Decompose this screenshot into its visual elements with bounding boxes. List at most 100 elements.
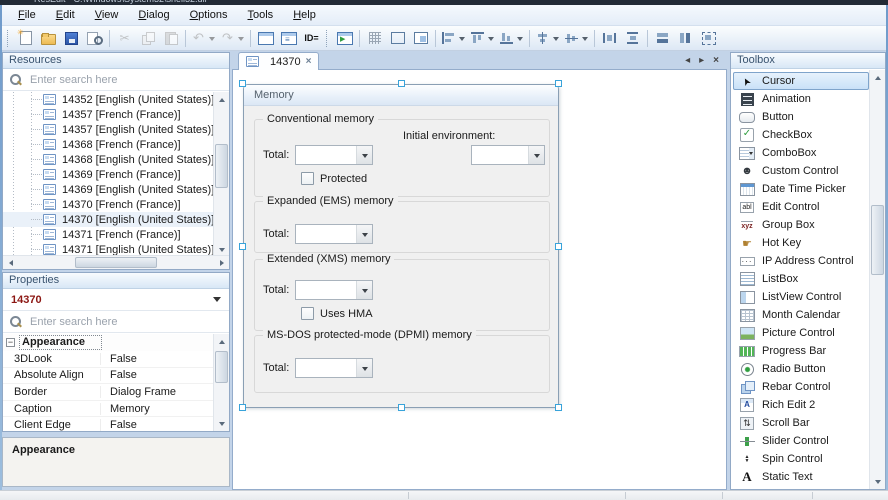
undo-button[interactable] [190, 28, 217, 48]
checkbox-icon[interactable] [301, 307, 314, 320]
property-row[interactable]: Caption Memory [3, 401, 229, 418]
dropdown-caret-icon[interactable] [582, 36, 588, 44]
total-combobox[interactable] [295, 145, 373, 165]
toolbox-item[interactable]: Static Text [733, 468, 869, 486]
menu-item[interactable]: Options [180, 6, 238, 24]
paste-button[interactable] [160, 28, 181, 48]
property-row[interactable]: Border Dialog Frame [3, 384, 229, 401]
toolbox-item[interactable]: Animation [733, 90, 869, 108]
dropdown-caret-icon[interactable] [459, 36, 465, 44]
property-value[interactable]: Dialog Frame [101, 386, 176, 398]
id-button-button[interactable]: ID= [301, 28, 322, 48]
combobox-dropdown-icon[interactable] [356, 225, 372, 243]
dropdown-caret-icon[interactable] [209, 36, 215, 44]
combobox-dropdown-icon[interactable] [356, 146, 372, 164]
menu-item[interactable]: Tools [238, 6, 284, 24]
frame-button[interactable] [387, 28, 408, 48]
toolbox-item[interactable]: Edit Control [733, 198, 869, 216]
selection-handle-middle-left[interactable] [239, 243, 246, 250]
resource-item[interactable]: 14371 [French (France)] [3, 227, 229, 242]
editor-tab-14370[interactable]: 14370 [238, 52, 320, 70]
toolbox-item[interactable]: Scroll Bar [733, 414, 869, 432]
property-row[interactable]: Client Edge False [3, 417, 229, 431]
scroll-up-button[interactable] [214, 334, 229, 349]
resource-item[interactable]: 14369 [English (United States)] [3, 182, 229, 197]
selection-handle-top-center[interactable] [398, 80, 405, 87]
dialog-editor-button[interactable] [255, 28, 276, 48]
toolbox-item[interactable]: IP Address Control [733, 252, 869, 270]
initial-environment-combobox[interactable] [471, 145, 545, 165]
same-width-button[interactable] [652, 28, 673, 48]
toolbox-item[interactable]: ComboBox [733, 144, 869, 162]
menu-item[interactable]: Edit [46, 6, 85, 24]
resource-item[interactable]: 14357 [French (France)] [3, 107, 229, 122]
resource-item[interactable]: 14357 [English (United States)] [3, 122, 229, 137]
properties-vertical-scrollbar[interactable] [213, 334, 229, 431]
new-file-button[interactable] [15, 28, 36, 48]
toolbox-item[interactable]: Rebar Control [733, 378, 869, 396]
conventional-memory-groupbox[interactable]: Conventional memory Total: Initial envir… [254, 113, 550, 197]
toolbox-item[interactable]: Cursor [733, 72, 869, 90]
close-tab-button[interactable] [713, 55, 719, 67]
scroll-down-button[interactable] [214, 416, 229, 431]
toolbox-item[interactable]: Radio Button [733, 360, 869, 378]
selection-handle-bottom-right[interactable] [555, 404, 562, 411]
combobox-dropdown-icon[interactable] [528, 146, 544, 164]
scroll-right-button[interactable] [214, 256, 229, 270]
toolbox-item[interactable]: Rich Edit 2 [733, 396, 869, 414]
toolbox-item[interactable]: Button [733, 108, 869, 126]
resize-button[interactable] [410, 28, 431, 48]
selection-handle-middle-right[interactable] [555, 243, 562, 250]
selection-handle-top-right[interactable] [555, 80, 562, 87]
scroll-down-button[interactable] [870, 474, 886, 489]
property-group-row[interactable]: Appearance [3, 334, 229, 351]
resource-item[interactable]: 14370 [French (France)] [3, 197, 229, 212]
property-value[interactable]: Memory [101, 403, 150, 415]
resource-item[interactable]: 14352 [English (United States)] [3, 92, 229, 107]
property-value[interactable]: False [101, 419, 137, 431]
dpmi-memory-groupbox[interactable]: MS-DOS protected-mode (DPMI) memory Tota… [254, 329, 550, 393]
window-titlebar[interactable]: ResEdit - C:\Windows\System32\shell32.dl… [0, 0, 888, 5]
tab-order-button[interactable] [278, 28, 299, 48]
property-row[interactable]: Absolute Align False [3, 368, 229, 385]
property-value[interactable]: False [101, 353, 137, 365]
toolbox-item[interactable]: Date Time Picker [733, 180, 869, 198]
resources-search-input[interactable]: Enter search here [3, 69, 229, 91]
total-combobox[interactable] [295, 280, 373, 300]
scroll-up-button[interactable] [870, 70, 886, 85]
toolbox-item[interactable]: Spin Control [733, 450, 869, 468]
expanded-memory-groupbox[interactable]: Expanded (EMS) memory Total: [254, 195, 550, 253]
collapse-minus-icon[interactable] [6, 338, 15, 347]
space-across-button[interactable] [599, 28, 620, 48]
previous-tab-button[interactable] [685, 55, 690, 67]
redo-button[interactable] [219, 28, 246, 48]
extended-memory-groupbox[interactable]: Extended (XMS) memory Total: Uses HMA [254, 253, 550, 331]
menu-item[interactable]: File [8, 6, 46, 24]
memory-dialog-preview[interactable]: Memory Conventional memory Total: Initia… [243, 84, 559, 408]
uses-hma-checkbox-row[interactable]: Uses HMA [301, 307, 373, 320]
toolbox-item[interactable]: Month Calendar [733, 306, 869, 324]
property-value[interactable]: False [101, 369, 137, 381]
toolbox-item[interactable]: Hot Key [733, 234, 869, 252]
dialog-caption[interactable]: Memory [244, 85, 558, 106]
properties-object-selector[interactable]: 14370 [3, 289, 229, 311]
toolbox-item[interactable]: ListBox [733, 270, 869, 288]
selection-handle-bottom-center[interactable] [398, 404, 405, 411]
toolbox-item[interactable]: ListView Control [733, 288, 869, 306]
total-combobox[interactable] [295, 358, 373, 378]
align-bottom-button[interactable] [498, 28, 525, 48]
toolbox-item[interactable]: Picture Control [733, 324, 869, 342]
toolbox-item[interactable]: Slider Control [733, 432, 869, 450]
toolbox-item[interactable]: Progress Bar [733, 342, 869, 360]
toolbox-item[interactable]: Custom Control [733, 162, 869, 180]
toolbox-item[interactable]: CheckBox [733, 126, 869, 144]
resources-horizontal-scrollbar[interactable] [3, 255, 229, 269]
checkbox-icon[interactable] [301, 172, 314, 185]
resource-item[interactable]: 14368 [English (United States)] [3, 152, 229, 167]
property-row[interactable]: 3DLook False [3, 351, 229, 368]
tab-close-icon[interactable] [306, 57, 312, 67]
scrollbar-thumb[interactable] [871, 205, 884, 275]
cut-button[interactable] [114, 28, 135, 48]
dropdown-caret-icon[interactable] [238, 36, 244, 44]
dropdown-caret-icon[interactable] [553, 36, 559, 44]
